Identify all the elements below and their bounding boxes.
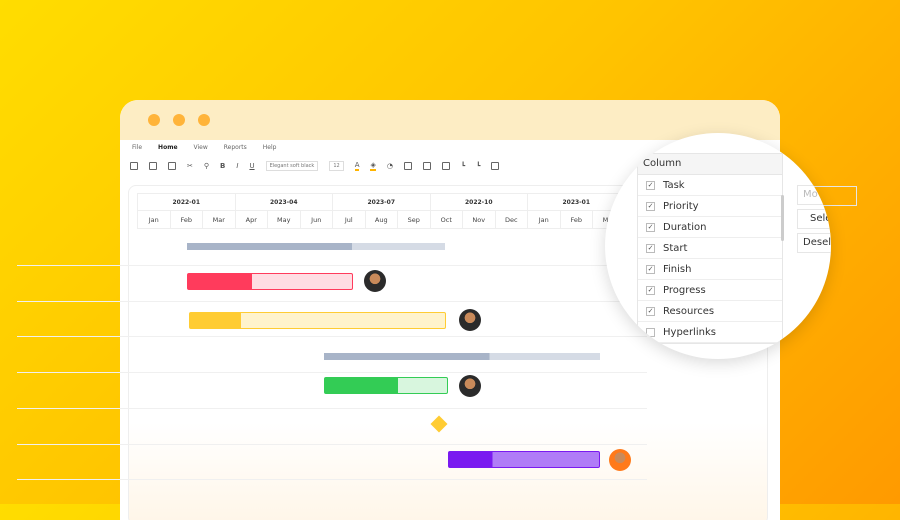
checkbox[interactable]: ✓ bbox=[646, 243, 655, 253]
size-select[interactable]: 12 bbox=[329, 161, 344, 171]
column-option[interactable]: ✓ Duration bbox=[638, 217, 782, 238]
month-label: Nov bbox=[463, 211, 496, 228]
menu-reports[interactable]: Reports bbox=[224, 144, 247, 151]
bold-button[interactable]: B bbox=[220, 162, 225, 170]
window-dot[interactable] bbox=[148, 114, 160, 126]
checkbox[interactable]: ✓ bbox=[646, 306, 655, 316]
insert-milestone-icon[interactable] bbox=[441, 162, 450, 170]
column-option[interactable]: ✓ Priority bbox=[638, 196, 782, 217]
menu-bar: File Home View Reports Help bbox=[132, 144, 276, 151]
row-divider bbox=[17, 372, 647, 374]
summary-bar[interactable] bbox=[187, 243, 445, 250]
column-option-label: Resources bbox=[663, 305, 715, 317]
month-label: Jun bbox=[301, 211, 333, 228]
month-label: Feb bbox=[171, 211, 203, 228]
avatar bbox=[459, 309, 481, 331]
underline-button[interactable]: U bbox=[249, 162, 254, 170]
checkbox[interactable]: ✓ bbox=[646, 201, 655, 211]
deselect-all-button[interactable]: Desel bbox=[797, 233, 831, 253]
row-divider bbox=[17, 265, 647, 266]
column-option[interactable]: ✓ Task bbox=[638, 175, 782, 196]
checkbox[interactable]: ✓ bbox=[646, 222, 655, 232]
insert-task-icon[interactable] bbox=[403, 162, 412, 170]
scrollbar[interactable] bbox=[781, 195, 784, 241]
row-divider bbox=[17, 407, 647, 409]
progress-icon[interactable]: ◔ bbox=[387, 162, 393, 170]
year-label: 2023-04 bbox=[236, 194, 333, 210]
month-label: May bbox=[268, 211, 301, 228]
column-option-label: Task bbox=[663, 179, 685, 191]
copy-icon[interactable] bbox=[149, 162, 157, 170]
indent-icon[interactable]: ┗ bbox=[461, 162, 465, 170]
move-button[interactable]: Mo bbox=[797, 185, 831, 205]
month-label: Feb bbox=[561, 211, 593, 228]
paste-icon[interactable] bbox=[168, 162, 176, 170]
avatar bbox=[459, 375, 481, 397]
month-label: Apr bbox=[236, 211, 268, 228]
menu-view[interactable]: View bbox=[194, 144, 208, 151]
month-label: Jul bbox=[333, 211, 366, 228]
month-label: Jan bbox=[138, 211, 171, 228]
column-option[interactable]: Hyperlinks bbox=[638, 322, 782, 343]
checkbox[interactable]: ✓ bbox=[646, 285, 655, 295]
font-color-button[interactable]: A bbox=[354, 161, 360, 171]
avatar bbox=[364, 270, 386, 292]
year-label: 2023-07 bbox=[333, 194, 431, 210]
column-option-label: Hyperlinks bbox=[663, 326, 716, 338]
add-column-icon[interactable] bbox=[491, 162, 500, 170]
fill-color-icon[interactable]: ◈ bbox=[370, 161, 376, 171]
menu-help[interactable]: Help bbox=[263, 144, 277, 151]
month-label: Oct bbox=[431, 211, 463, 228]
column-panel-header: Column bbox=[638, 154, 782, 175]
save-icon[interactable] bbox=[130, 162, 138, 170]
column-option[interactable]: ✓ Finish bbox=[638, 259, 782, 280]
column-option-label: Finish bbox=[663, 263, 692, 275]
insert-subtask-icon[interactable] bbox=[422, 162, 431, 170]
month-label: Dec bbox=[496, 211, 528, 228]
year-label: 2022-01 bbox=[138, 194, 236, 210]
row-divider bbox=[17, 300, 647, 302]
month-label: Aug bbox=[366, 211, 398, 228]
cut-icon[interactable]: ✂ bbox=[187, 162, 193, 170]
title-bar bbox=[120, 100, 780, 140]
month-label: Sep bbox=[398, 211, 431, 228]
year-label: 2022-10 bbox=[431, 194, 528, 210]
checkbox[interactable]: ✓ bbox=[646, 180, 655, 190]
menu-file[interactable]: File bbox=[132, 144, 142, 151]
outdent-icon[interactable]: ┗ bbox=[476, 162, 480, 170]
column-option[interactable]: ✓ Resources bbox=[638, 301, 782, 322]
avatar bbox=[609, 449, 631, 471]
column-option-label: Duration bbox=[663, 221, 707, 233]
window-dot[interactable] bbox=[173, 114, 185, 126]
font-select[interactable]: Elegant soft black bbox=[265, 161, 319, 171]
checkbox[interactable]: ✓ bbox=[646, 264, 655, 274]
column-option-label: Start bbox=[663, 242, 688, 254]
menu-home[interactable]: Home bbox=[158, 144, 177, 151]
column-option[interactable]: ✓ Start bbox=[638, 238, 782, 259]
task-bar-red[interactable] bbox=[187, 273, 353, 290]
summary-bar[interactable] bbox=[324, 353, 600, 360]
task-bar-purple[interactable] bbox=[448, 451, 600, 468]
row-divider bbox=[17, 443, 647, 445]
window-dot[interactable] bbox=[198, 114, 210, 126]
task-bar-yellow[interactable] bbox=[189, 312, 446, 329]
column-option-label: Priority bbox=[663, 200, 699, 212]
row-divider bbox=[17, 336, 647, 338]
column-option[interactable]: ✓ Progress bbox=[638, 280, 782, 301]
month-label: Jan bbox=[528, 211, 561, 228]
checkbox[interactable] bbox=[646, 327, 655, 337]
column-option-label: Progress bbox=[663, 284, 706, 296]
format-painter-icon[interactable]: ⚲ bbox=[204, 162, 209, 170]
month-label: Mar bbox=[203, 211, 236, 228]
column-magnifier: Column ✓ Task ✓ Priority ✓ Duration ✓ Start ✓ Fin… bbox=[605, 133, 831, 359]
task-bar-green[interactable] bbox=[324, 377, 448, 394]
select-all-button[interactable]: Sele bbox=[797, 209, 831, 229]
column-panel: Column ✓ Task ✓ Priority ✓ Duration ✓ Start ✓ Fin… bbox=[637, 153, 783, 344]
italic-button[interactable]: I bbox=[236, 162, 238, 170]
row-divider bbox=[17, 479, 647, 481]
